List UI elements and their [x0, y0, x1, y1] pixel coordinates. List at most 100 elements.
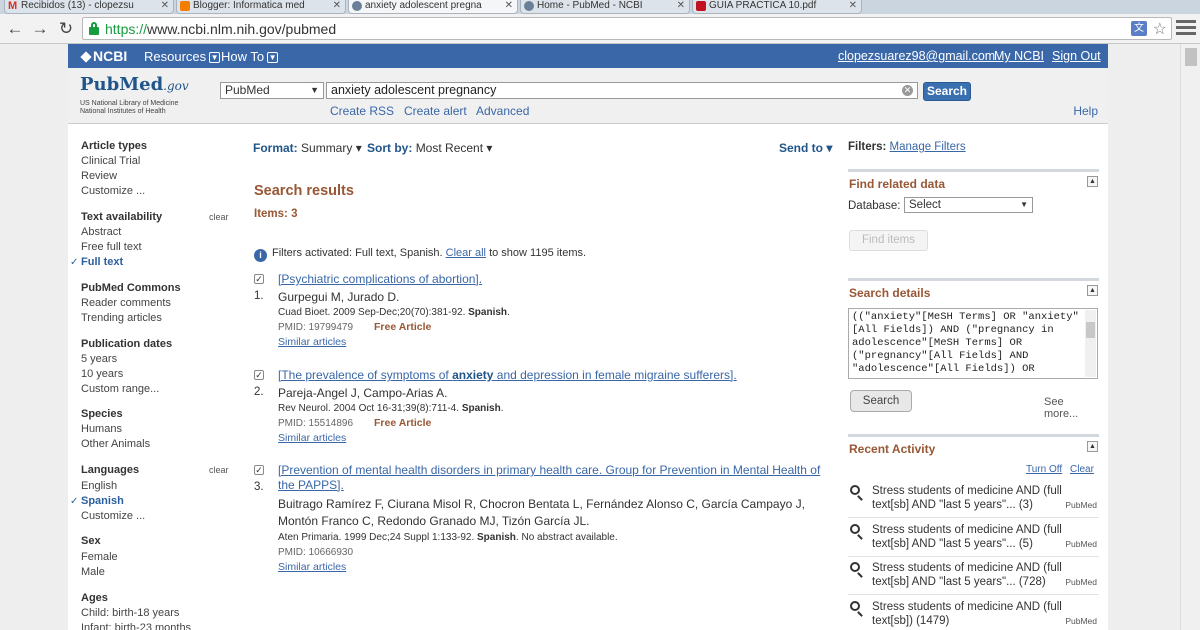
search-details-search-button[interactable]: Search — [850, 390, 912, 412]
filter-trending-articles[interactable]: Trending articles — [81, 312, 162, 324]
forward-arrow-icon[interactable]: → — [29, 19, 51, 39]
checkmark-icon: ✓ — [70, 496, 79, 507]
filter-heading-species: Species — [81, 408, 123, 420]
browser-tab-gmail[interactable]: M Recibidos (13) - clopezsu ✕ — [4, 0, 174, 14]
related-database-select[interactable]: Select ▼ — [904, 197, 1033, 213]
clear-languages[interactable]: clear — [209, 465, 229, 475]
browser-toolbar: ← → ↻ https://www.ncbi.nlm.nih.gov/pubme… — [0, 14, 1200, 44]
blogger-icon — [180, 1, 190, 11]
result-authors: Pareja-Angel J, Campo-Arias A. — [278, 386, 448, 400]
textarea-scrollbar[interactable] — [1085, 310, 1096, 377]
browser-menu-icon[interactable] — [1176, 20, 1196, 38]
close-icon[interactable]: ✕ — [849, 0, 857, 11]
back-arrow-icon[interactable]: ← — [4, 19, 26, 39]
filter-full-text[interactable]: Full text — [81, 256, 123, 268]
bookmark-star-icon[interactable]: ☆ — [1153, 19, 1167, 39]
translate-icon[interactable]: 文 — [1131, 21, 1147, 36]
filter-clinical-trial[interactable]: Clinical Trial — [81, 155, 140, 167]
clear-search-icon[interactable]: ✕ — [902, 85, 913, 96]
database-select[interactable]: PubMed ▼ — [220, 82, 324, 99]
filter-male[interactable]: Male — [81, 566, 105, 578]
clear-text-availability[interactable]: clear — [209, 212, 229, 222]
result-checkbox[interactable]: ✓ — [254, 465, 264, 475]
find-items-button[interactable]: Find items — [849, 230, 928, 251]
filter-spanish[interactable]: Spanish — [81, 495, 124, 507]
filter-other-animals[interactable]: Other Animals — [81, 438, 150, 450]
search-input[interactable]: anxiety adolescent pregnancy ✕ — [326, 82, 918, 99]
turn-off-link[interactable]: Turn Off — [1026, 464, 1062, 475]
scrollbar-thumb[interactable] — [1185, 48, 1197, 66]
browser-tab-pubmed-home[interactable]: Home - PubMed - NCBI ✕ — [520, 0, 690, 14]
resources-menu[interactable]: Resources ▼ — [144, 49, 221, 64]
collapse-icon[interactable]: ▲ — [1087, 176, 1098, 187]
format-control[interactable]: Format: Summary ▾ — [253, 141, 362, 155]
close-icon[interactable]: ✕ — [677, 0, 685, 11]
close-icon[interactable]: ✕ — [505, 0, 513, 11]
user-email-link[interactable]: clopezsuarez98@gmail.com — [838, 49, 995, 63]
result-title-link[interactable]: [The prevalence of symptoms of anxiety a… — [278, 368, 838, 383]
collapse-icon[interactable]: ▲ — [1087, 285, 1098, 296]
result-title-link[interactable]: [Psychiatric complications of abortion]. — [278, 272, 838, 287]
close-icon[interactable]: ✕ — [161, 0, 169, 11]
result-checkbox[interactable]: ✓ — [254, 274, 264, 284]
filter-heading-publication-dates: Publication dates — [81, 338, 173, 350]
chevron-down-icon: ▼ — [209, 52, 221, 63]
browser-tab-pdf[interactable]: GUIA PRACTICA 10.pdf ✕ — [692, 0, 862, 14]
result-title-link[interactable]: [Prevention of mental health disorders i… — [278, 463, 838, 493]
filter-heading-pubmed-commons: PubMed Commons — [81, 282, 181, 294]
filter-reader-comments[interactable]: Reader comments — [81, 297, 171, 309]
filter-5-years[interactable]: 5 years — [81, 353, 117, 365]
sign-out-link[interactable]: Sign Out — [1052, 49, 1101, 63]
see-more-link[interactable]: See more... — [1044, 396, 1100, 420]
results-heading: Search results — [254, 183, 354, 199]
search-details-textarea[interactable]: (("anxiety"[MeSH Terms] OR "anxiety"[All… — [848, 308, 1098, 379]
manage-filters-link[interactable]: Manage Filters — [890, 141, 966, 153]
create-alert-link[interactable]: Create alert — [404, 104, 467, 118]
recent-activity-item[interactable]: Stress students of medicine AND (full te… — [848, 523, 1099, 557]
filter-abstract[interactable]: Abstract — [81, 226, 121, 238]
collapse-icon[interactable]: ▲ — [1087, 441, 1098, 452]
filter-free-full-text[interactable]: Free full text — [81, 241, 142, 253]
create-rss-link[interactable]: Create RSS — [330, 104, 394, 118]
reload-icon[interactable]: ↻ — [55, 19, 77, 39]
close-icon[interactable]: ✕ — [333, 0, 341, 11]
result-checkbox[interactable]: ✓ — [254, 370, 264, 380]
recent-activity-item[interactable]: Stress students of medicine AND (full te… — [848, 561, 1099, 595]
filter-10-years[interactable]: 10 years — [81, 368, 123, 380]
dropdown-arrow-icon: ▼ — [1020, 200, 1028, 209]
howto-menu[interactable]: How To ▼ — [221, 49, 279, 64]
my-ncbi-link[interactable]: My NCBI — [994, 49, 1044, 63]
right-panel: Filters: Manage Filters Find related dat… — [844, 124, 1100, 630]
similar-articles-link[interactable]: Similar articles — [278, 336, 346, 348]
recent-activity-item[interactable]: Stress students of medicine AND (full te… — [848, 600, 1099, 630]
advanced-search-link[interactable]: Advanced — [476, 104, 529, 118]
pubmed-logo[interactable]: PubMed.gov — [80, 74, 189, 95]
scrollbar-thumb[interactable] — [1086, 322, 1095, 338]
sort-control[interactable]: Sort by: Most Recent ▾ — [367, 141, 492, 155]
recent-activity-title: Recent Activity — [849, 442, 936, 456]
address-bar[interactable]: https://www.ncbi.nlm.nih.gov/pubmed 文 ☆ — [82, 17, 1172, 40]
result-authors: Gurpegui M, Jurado D. — [278, 290, 400, 304]
similar-articles-link[interactable]: Similar articles — [278, 561, 346, 573]
similar-articles-link[interactable]: Similar articles — [278, 432, 346, 444]
filter-humans[interactable]: Humans — [81, 423, 122, 435]
help-link[interactable]: Help — [1073, 104, 1098, 118]
filter-review[interactable]: Review — [81, 170, 117, 182]
filter-customize-languages[interactable]: Customize ... — [81, 510, 145, 522]
clear-all-link[interactable]: Clear all — [446, 247, 486, 259]
browser-tab-pubmed-search[interactable]: anxiety adolescent pregna ✕ — [348, 0, 518, 14]
clear-activity-link[interactable]: Clear — [1070, 464, 1094, 475]
recent-activity-item[interactable]: Stress students of medicine AND (full te… — [848, 484, 1099, 518]
filter-english[interactable]: English — [81, 480, 117, 492]
filter-custom-range[interactable]: Custom range... — [81, 383, 159, 395]
ncbi-logo[interactable]: NCBI — [80, 48, 127, 64]
filter-infant[interactable]: Infant: birth-23 months — [81, 622, 191, 630]
browser-tab-blogger[interactable]: Blogger: Informatica med ✕ — [176, 0, 346, 14]
filter-female[interactable]: Female — [81, 551, 118, 563]
page-scrollbar[interactable] — [1180, 44, 1200, 630]
filter-customize-article-types[interactable]: Customize ... — [81, 185, 145, 197]
find-related-data-box: Find related data ▲ — [848, 169, 1099, 269]
search-button[interactable]: Search — [923, 82, 971, 101]
send-to-menu[interactable]: Send to ▾ — [779, 141, 832, 155]
filter-child[interactable]: Child: birth-18 years — [81, 607, 179, 619]
